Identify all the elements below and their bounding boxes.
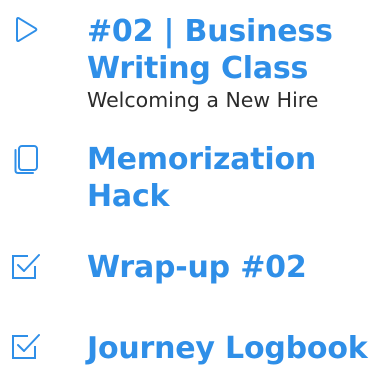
lesson-text: Wrap-up #02 (87, 249, 367, 286)
checkbox-icon (8, 251, 40, 283)
play-icon (8, 14, 40, 46)
lesson-title-line: Hack (87, 179, 170, 214)
lesson-item-journey-logbook[interactable]: Journey Logbook (0, 325, 374, 367)
lesson-title-line: #02 | Business (87, 14, 333, 49)
lesson-title-line: Memorization (87, 142, 317, 177)
lesson-item-business-writing-class[interactable]: #02 | Business Writing Class Welcoming a… (0, 12, 374, 122)
flashcards-icon (8, 144, 40, 176)
lesson-list: #02 | Business Writing Class Welcoming a… (0, 0, 374, 367)
lesson-text: #02 | Business Writing Class Welcoming a… (87, 13, 367, 113)
lesson-title-line: Wrap-up #02 (87, 250, 307, 285)
lesson-text: Memorization Hack (87, 141, 367, 215)
lesson-title-line: Writing Class (87, 51, 309, 86)
lesson-item-memorization-hack[interactable]: Memorization Hack (0, 140, 374, 220)
lesson-item-wrap-up[interactable]: Wrap-up #02 (0, 245, 374, 290)
lesson-title-line: Journey Logbook (87, 331, 368, 366)
lesson-text: Journey Logbook (87, 330, 368, 367)
lesson-subtitle: Welcoming a New Hire (87, 88, 319, 112)
checkbox-icon (8, 331, 40, 363)
